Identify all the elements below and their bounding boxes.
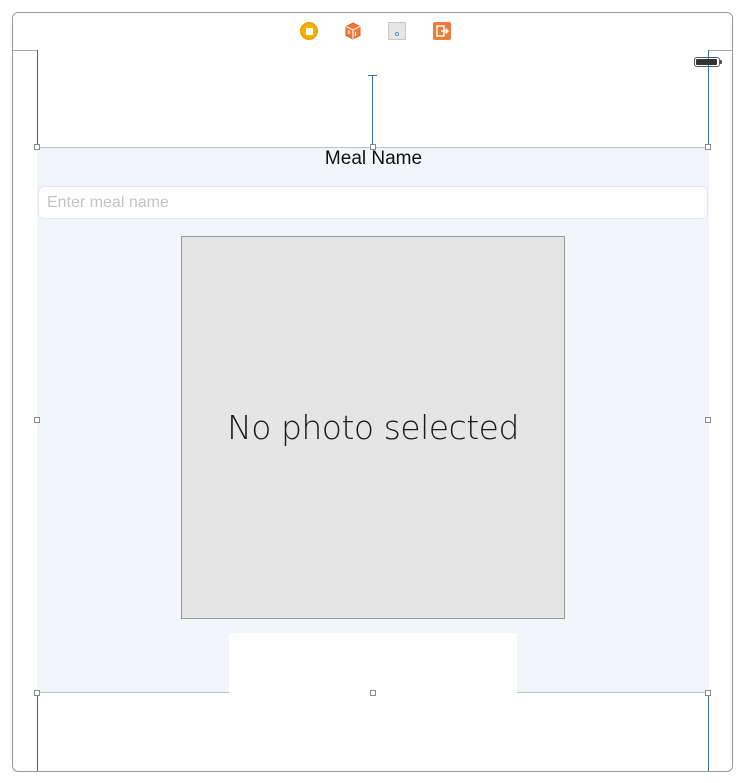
no-photo-placeholder-text: No photo selected: [227, 408, 519, 447]
resize-handle-bottom-right[interactable]: [705, 690, 711, 696]
storyboard-canvas: Meal Name Enter meal name No photo selec…: [12, 12, 733, 772]
resize-handle-middle-right[interactable]: [705, 417, 711, 423]
tap-gesture-recognizer-icon-graphic: [395, 32, 399, 36]
photo-image-view[interactable]: No photo selected: [181, 236, 565, 619]
tap-gesture-recognizer-icon[interactable]: [388, 22, 406, 40]
resize-handle-bottom-center[interactable]: [370, 690, 376, 696]
top-spacing-constraint[interactable]: [372, 75, 373, 147]
resize-handle-middle-left[interactable]: [34, 417, 40, 423]
meal-name-label: Meal Name: [324, 148, 423, 169]
rating-control[interactable]: [229, 633, 517, 694]
exit-icon[interactable]: [433, 22, 451, 40]
first-responder-icon-graphic: [345, 22, 361, 40]
resize-handle-bottom-left[interactable]: [34, 690, 40, 696]
resize-handle-top-center[interactable]: [370, 144, 376, 150]
scene-dock: [13, 13, 732, 51]
first-responder-icon[interactable]: [344, 22, 362, 40]
exit-icon-graphic: [436, 25, 450, 37]
resize-handle-top-left[interactable]: [34, 144, 40, 150]
meal-name-text-field[interactable]: Enter meal name: [38, 186, 708, 219]
battery-full-icon: [694, 57, 722, 67]
view-controller-icon[interactable]: [300, 22, 318, 40]
resize-handle-top-right[interactable]: [705, 144, 711, 150]
